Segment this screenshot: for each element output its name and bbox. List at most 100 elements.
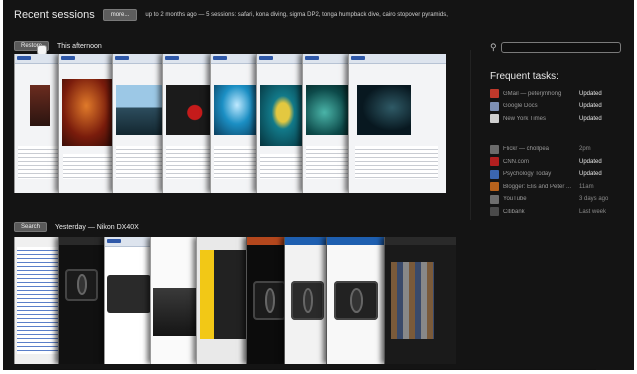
page-thumbnail[interactable] [150, 237, 199, 364]
recent-sessions-window: Recent sessions more... up to 2 months a… [3, 0, 634, 370]
page-thumbnail[interactable] [58, 54, 119, 193]
thumbnail-image [305, 84, 353, 135]
session-thumbnail-strip[interactable] [14, 54, 446, 193]
header-bar: Recent sessions more... up to 2 months a… [14, 7, 448, 23]
task-name: YouTube [503, 196, 527, 202]
task-status: Last week [579, 208, 607, 215]
thumbnail-header [105, 237, 153, 247]
thumbnail-header [163, 54, 217, 64]
thumbnail-image [115, 84, 167, 135]
task-status: Updated [579, 90, 602, 97]
camera-image [107, 275, 151, 314]
thumbnail-header [113, 54, 169, 64]
frequent-task-item[interactable]: Citibank Last week [490, 206, 623, 217]
page-title: Recent sessions [14, 9, 95, 21]
thumbnail-image [62, 79, 116, 146]
site-favicon-icon [490, 169, 499, 179]
site-favicon-icon [490, 89, 499, 98]
camera-image [64, 268, 99, 301]
search-row: ⚲ [490, 42, 623, 53]
task-status: Updated [579, 158, 602, 165]
task-name: Google Docs [503, 103, 538, 109]
thumbnail-image [30, 84, 50, 127]
page-thumbnail[interactable] [384, 237, 456, 364]
thumbnail-text-lines [354, 145, 439, 180]
thumbnail-text-lines [18, 145, 61, 180]
search-input[interactable] [500, 42, 621, 53]
frequent-task-item[interactable]: CNN.com Updated [490, 156, 623, 167]
page-thumbnail[interactable] [14, 237, 63, 364]
more-button[interactable]: more... [102, 9, 138, 21]
page-thumbnail[interactable] [104, 237, 153, 364]
thumbnail-text-lines [166, 145, 213, 180]
task-name: Blogger: Elis and Peter ... [503, 183, 572, 190]
task-name: GMail — peterjmhong [503, 90, 562, 97]
frequent-task-item[interactable]: Flickr — chollpea 2pm [490, 144, 623, 155]
thumbnail-text-lines [214, 145, 259, 180]
page-thumbnail[interactable] [112, 54, 169, 193]
sessions-summary: up to 2 months ago — 5 sessions: safari,… [145, 12, 448, 18]
thumbnail-header [349, 54, 446, 64]
session-time-label: Yesterday — Nikon DX40X [55, 223, 139, 231]
frequent-task-item[interactable]: GMail — peterjmhong Updated [490, 88, 623, 99]
thumbnail-text-lines [62, 154, 114, 180]
frequent-task-item[interactable]: YouTube 3 days ago [490, 194, 623, 205]
thumbnail-image [165, 84, 215, 135]
page-thumbnail[interactable] [58, 237, 107, 364]
frequent-task-item[interactable]: New York Times Updated [490, 113, 623, 124]
site-favicon-icon [490, 207, 499, 216]
task-status: Updated [579, 171, 602, 177]
page-thumbnail[interactable] [348, 54, 446, 193]
site-favicon-icon [490, 157, 499, 166]
frequent-task-item[interactable]: Google Docs Updated [490, 101, 623, 112]
site-favicon-icon [490, 144, 499, 154]
page-thumbnail[interactable] [326, 237, 389, 364]
session-this-afternoon: Restore This afternoon [14, 40, 446, 193]
site-favicon-icon [490, 182, 499, 191]
task-name: Flickr — chollpea [503, 146, 550, 152]
page-thumbnail[interactable] [162, 54, 217, 193]
task-status: Updated [579, 103, 602, 109]
task-status: 2pm [579, 146, 591, 152]
thumbnail-text-lines [260, 154, 305, 180]
site-favicon-icon [490, 114, 499, 123]
thumbnail-text-lines [306, 145, 351, 180]
page-thumbnail[interactable] [196, 237, 249, 364]
task-status: 11am [579, 183, 594, 190]
task-status: 3 days ago [579, 196, 609, 202]
site-favicon-icon [490, 194, 499, 204]
bottom-edge [34, 369, 596, 370]
thumbnail-text-lines [16, 247, 61, 354]
thumbnail-image-grid [390, 262, 434, 339]
session-header: Search Yesterday — Nikon DX40X [14, 221, 139, 233]
task-name: Citibank [503, 208, 525, 215]
camera-image [252, 281, 287, 320]
search-session-button[interactable]: Search [14, 222, 48, 232]
frequent-task-item[interactable]: Blogger: Elis and Peter ... 11am [490, 181, 623, 192]
camera-image [334, 281, 378, 320]
thumbnail-image [259, 84, 307, 146]
frequent-task-list: Flickr — chollpea 2pm CNN.com Updated Psycho… [490, 144, 623, 218]
task-name: CNN.com [503, 158, 530, 165]
camera-image [290, 281, 325, 320]
task-status: Updated [579, 115, 602, 122]
frequent-tasks-title: Frequent tasks: [490, 71, 559, 82]
thumbnail-header [59, 54, 119, 64]
session-yesterday: Search Yesterday — Nikon DX40X [14, 221, 456, 364]
search-icon: ⚲ [490, 42, 497, 52]
thumbnail-image [213, 84, 261, 135]
thumbnail-text-lines [116, 145, 164, 180]
camera-image [153, 287, 197, 337]
column-divider [470, 50, 471, 220]
frequent-task-list: GMail — peterjmhong Updated Google Docs Upd… [490, 88, 623, 124]
thumbnail-header [385, 237, 456, 245]
session-thumbnail-strip[interactable] [14, 237, 456, 364]
task-name: New York Times [503, 115, 547, 122]
frequent-tasks-panel: ⚲ Frequent tasks: GMail — peterjmhong Upd… [473, 42, 623, 219]
frequent-task-item[interactable]: Psychology Today Updated [490, 169, 623, 180]
site-favicon-icon [490, 101, 499, 111]
thumbnail-image [356, 84, 411, 135]
session-header: Restore This afternoon [14, 40, 102, 52]
thumbnail-image [199, 249, 247, 339]
